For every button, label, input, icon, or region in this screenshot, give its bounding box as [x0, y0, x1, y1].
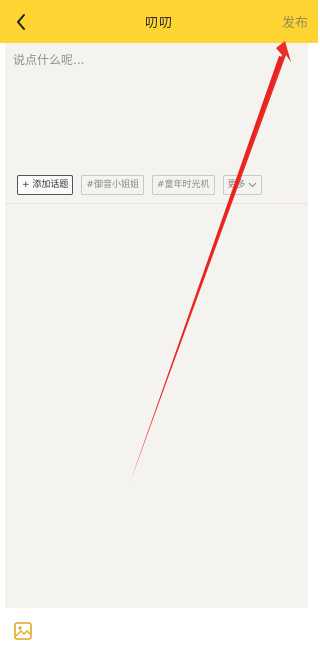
page-title: 叨叨: [144, 16, 173, 31]
post-text-input[interactable]: 说点什么呢...: [13, 51, 84, 68]
bottom-toolbar: [0, 608, 318, 647]
compose-area: 说点什么呢... + 添加话题 #御音小姐姐 #童年时光机 更多: [5, 43, 308, 608]
app-screen: 叨叨 发布 说点什么呢... + 添加话题 #御音小姐姐 #童年时光机 更多: [0, 0, 318, 647]
more-label: 更多: [227, 180, 246, 190]
insert-image-button[interactable]: [14, 622, 32, 640]
back-button[interactable]: [12, 11, 30, 33]
divider: [5, 203, 308, 204]
image-icon: [14, 622, 32, 640]
top-bar: 叨叨 发布: [0, 0, 318, 43]
topic-bar: + 添加话题 #御音小姐姐 #童年时光机 更多: [17, 175, 262, 195]
chevron-down-icon: [248, 182, 256, 188]
add-topic-button[interactable]: + 添加话题: [17, 175, 74, 195]
publish-button[interactable]: 发布: [282, 12, 308, 31]
topic-chip[interactable]: #童年时光机: [151, 175, 215, 195]
topic-chip[interactable]: #御音小姐姐: [81, 175, 144, 195]
more-topics-button[interactable]: 更多: [222, 175, 262, 195]
chevron-left-icon: [17, 14, 25, 30]
